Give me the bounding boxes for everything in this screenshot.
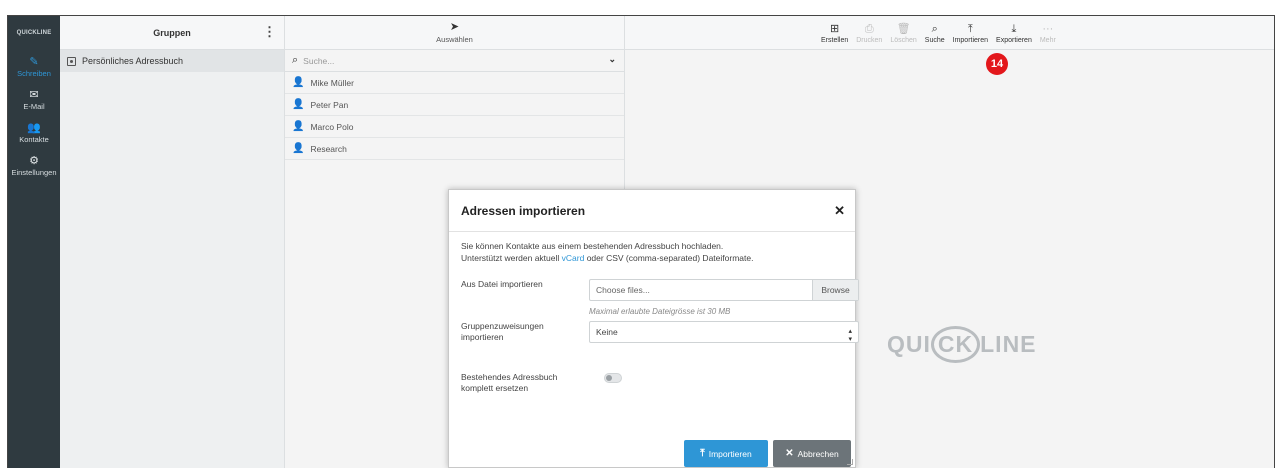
left-nav: QUICKLINE ✎ Schreiben ✉ E-Mail 👥 Kontakte ⚙ Ein… (8, 16, 60, 468)
upload-icon: ⤒ (967, 23, 973, 35)
nav-item-label: Einstellungen (11, 167, 57, 177)
select-button[interactable]: ➤ Auswählen (285, 16, 624, 50)
import-button-label: Importieren (708, 448, 752, 459)
toolbar: ⊞ Erstellen ⎙ Drucken 🗑 Löschen ⌕ Suche ⤒ Importi… (625, 16, 1274, 50)
addressbook-icon (67, 56, 76, 66)
toggle-knob (606, 375, 612, 381)
person-icon: 👤 (292, 77, 305, 88)
upload-icon: ⤒ (700, 448, 705, 459)
contact-name: Marco Polo (310, 121, 354, 132)
contact-name: Mike Müller (310, 77, 354, 88)
chevron-down-icon[interactable]: ⌄ (608, 54, 616, 65)
close-icon: ✕ (785, 448, 794, 459)
brand-logo: QUICKLINE (16, 30, 52, 36)
dialog-title: Adressen importieren (461, 203, 586, 218)
replace-toggle[interactable] (604, 373, 622, 383)
toolbar-upload-button[interactable]: ⤒ Importieren (953, 23, 988, 49)
intro-line-2-post: oder CSV (comma-separated) Dateiformate. (584, 253, 754, 263)
file-placeholder: Choose files... (596, 285, 650, 295)
groups-select[interactable]: Keine ▴ ▾ (589, 321, 859, 343)
toolbar-label: Exportieren (996, 37, 1032, 44)
groups-import-label: Gruppenzuweisungen importieren (461, 321, 544, 342)
contact-name: Research (310, 143, 347, 154)
trash-icon: 🗑 (896, 23, 911, 35)
group-item-label: Persönliches Adressbuch (82, 56, 184, 66)
toolbar-more-button[interactable]: ··· Mehr (1040, 23, 1056, 49)
resize-handle[interactable] (847, 459, 853, 465)
nav-item-kontakte[interactable]: 👥 Kontakte (8, 116, 60, 149)
intro-line-1: Sie können Kontakte aus einem bestehende… (461, 241, 724, 251)
nav-item-einstellungen[interactable]: ⚙ Einstellungen (8, 149, 60, 182)
nav-item-label: E-Mail (23, 101, 45, 111)
toolbar-plus-square-button[interactable]: ⊞ Erstellen (821, 23, 848, 49)
groups-panel: Gruppen ⋮ Persönliches Adressbuch (60, 16, 285, 468)
toolbar-label: Erstellen (821, 37, 849, 44)
close-icon[interactable]: ✕ (834, 203, 845, 219)
person-icon: 👤 (292, 143, 305, 154)
envelope-icon: ✉ (29, 88, 39, 101)
import-dialog: Adressen importieren ✕ Sie können Kontak… (448, 189, 859, 468)
toolbar-label: Drucken (856, 37, 883, 44)
toolbar-label: Suche (924, 37, 945, 44)
more-icon: ··· (1042, 23, 1054, 35)
vcard-link[interactable]: vCard (562, 253, 585, 263)
search-icon: ⌕ (292, 54, 299, 66)
select-arrows-icon: ▴ ▾ (848, 328, 852, 343)
toolbar-trash-button[interactable]: 🗑 Löschen (890, 23, 916, 49)
search-input[interactable]: ⌕ Suche... ⌄ (285, 50, 624, 72)
plus-square-icon: ⊞ (830, 23, 840, 35)
search-icon: ⌕ (931, 23, 938, 35)
file-hint: Maximal erlaubte Dateigrösse ist 30 MB (589, 307, 731, 316)
cancel-button[interactable]: ✕ Abbrechen (773, 440, 851, 467)
cursor-icon: ➤ (449, 20, 460, 33)
contact-name: Peter Pan (310, 99, 349, 110)
gear-icon: ⚙ (29, 154, 39, 167)
contact-row[interactable]: 👤 Research (285, 138, 624, 160)
select-label: Auswählen (436, 34, 473, 44)
groups-header: Gruppen ⋮ (60, 16, 284, 50)
nav-item-label: Kontakte (19, 134, 49, 144)
toolbar-label: Importieren (952, 37, 989, 44)
toolbar-label: Löschen (890, 37, 917, 44)
file-label: Aus Datei importieren (461, 279, 543, 289)
dialog-body: Sie können Kontakte aus einem bestehende… (449, 232, 855, 272)
toolbar-label: Mehr (1039, 37, 1056, 44)
replace-label: Bestehendes Adressbuch komplett ersetzen (461, 372, 558, 393)
browse-button[interactable]: Browse (812, 280, 858, 300)
import-button[interactable]: ⤒ Importieren (684, 440, 768, 467)
annotation-marker: 14 (986, 53, 1008, 75)
file-input[interactable]: Choose files... Browse (589, 279, 859, 301)
groups-menu-icon[interactable]: ⋮ (263, 25, 276, 38)
cancel-button-label: Abbrechen (797, 448, 839, 459)
nav-item-label: Schreiben (17, 68, 51, 78)
intro-line-2-pre: Unterstützt werden aktuell (461, 253, 562, 263)
search-placeholder: Suche... (303, 55, 335, 66)
group-item-personal-addressbook[interactable]: Persönliches Adressbuch (60, 50, 284, 72)
groups-title: Gruppen (153, 27, 191, 38)
contact-row[interactable]: 👤 Marco Polo (285, 116, 624, 138)
download-icon: ⤓ (1011, 23, 1017, 35)
toolbar-print-button[interactable]: ⎙ Drucken (856, 23, 882, 49)
contact-row[interactable]: 👤 Mike Müller (285, 72, 624, 94)
print-icon: ⎙ (864, 23, 874, 35)
contact-row[interactable]: 👤 Peter Pan (285, 94, 624, 116)
toolbar-search-button[interactable]: ⌕ Suche (925, 23, 945, 49)
toolbar-download-button[interactable]: ⤓ Exportieren (996, 23, 1032, 49)
contacts-icon: 👥 (27, 121, 41, 134)
dialog-actions: ⤒ Importieren ✕ Abbrechen (684, 440, 851, 467)
person-icon: 👤 (292, 99, 305, 110)
groups-select-value: Keine (596, 327, 618, 337)
person-icon: 👤 (292, 121, 305, 132)
dialog-intro: Sie können Kontakte aus einem bestehende… (461, 240, 843, 264)
dialog-header: Adressen importieren ✕ (449, 190, 855, 232)
nav-item-e-mail[interactable]: ✉ E-Mail (8, 83, 60, 116)
nav-item-schreiben[interactable]: ✎ Schreiben (8, 50, 60, 83)
edit-icon: ✎ (29, 55, 39, 68)
quickline-watermark: QUI CK LINE (887, 326, 1037, 363)
